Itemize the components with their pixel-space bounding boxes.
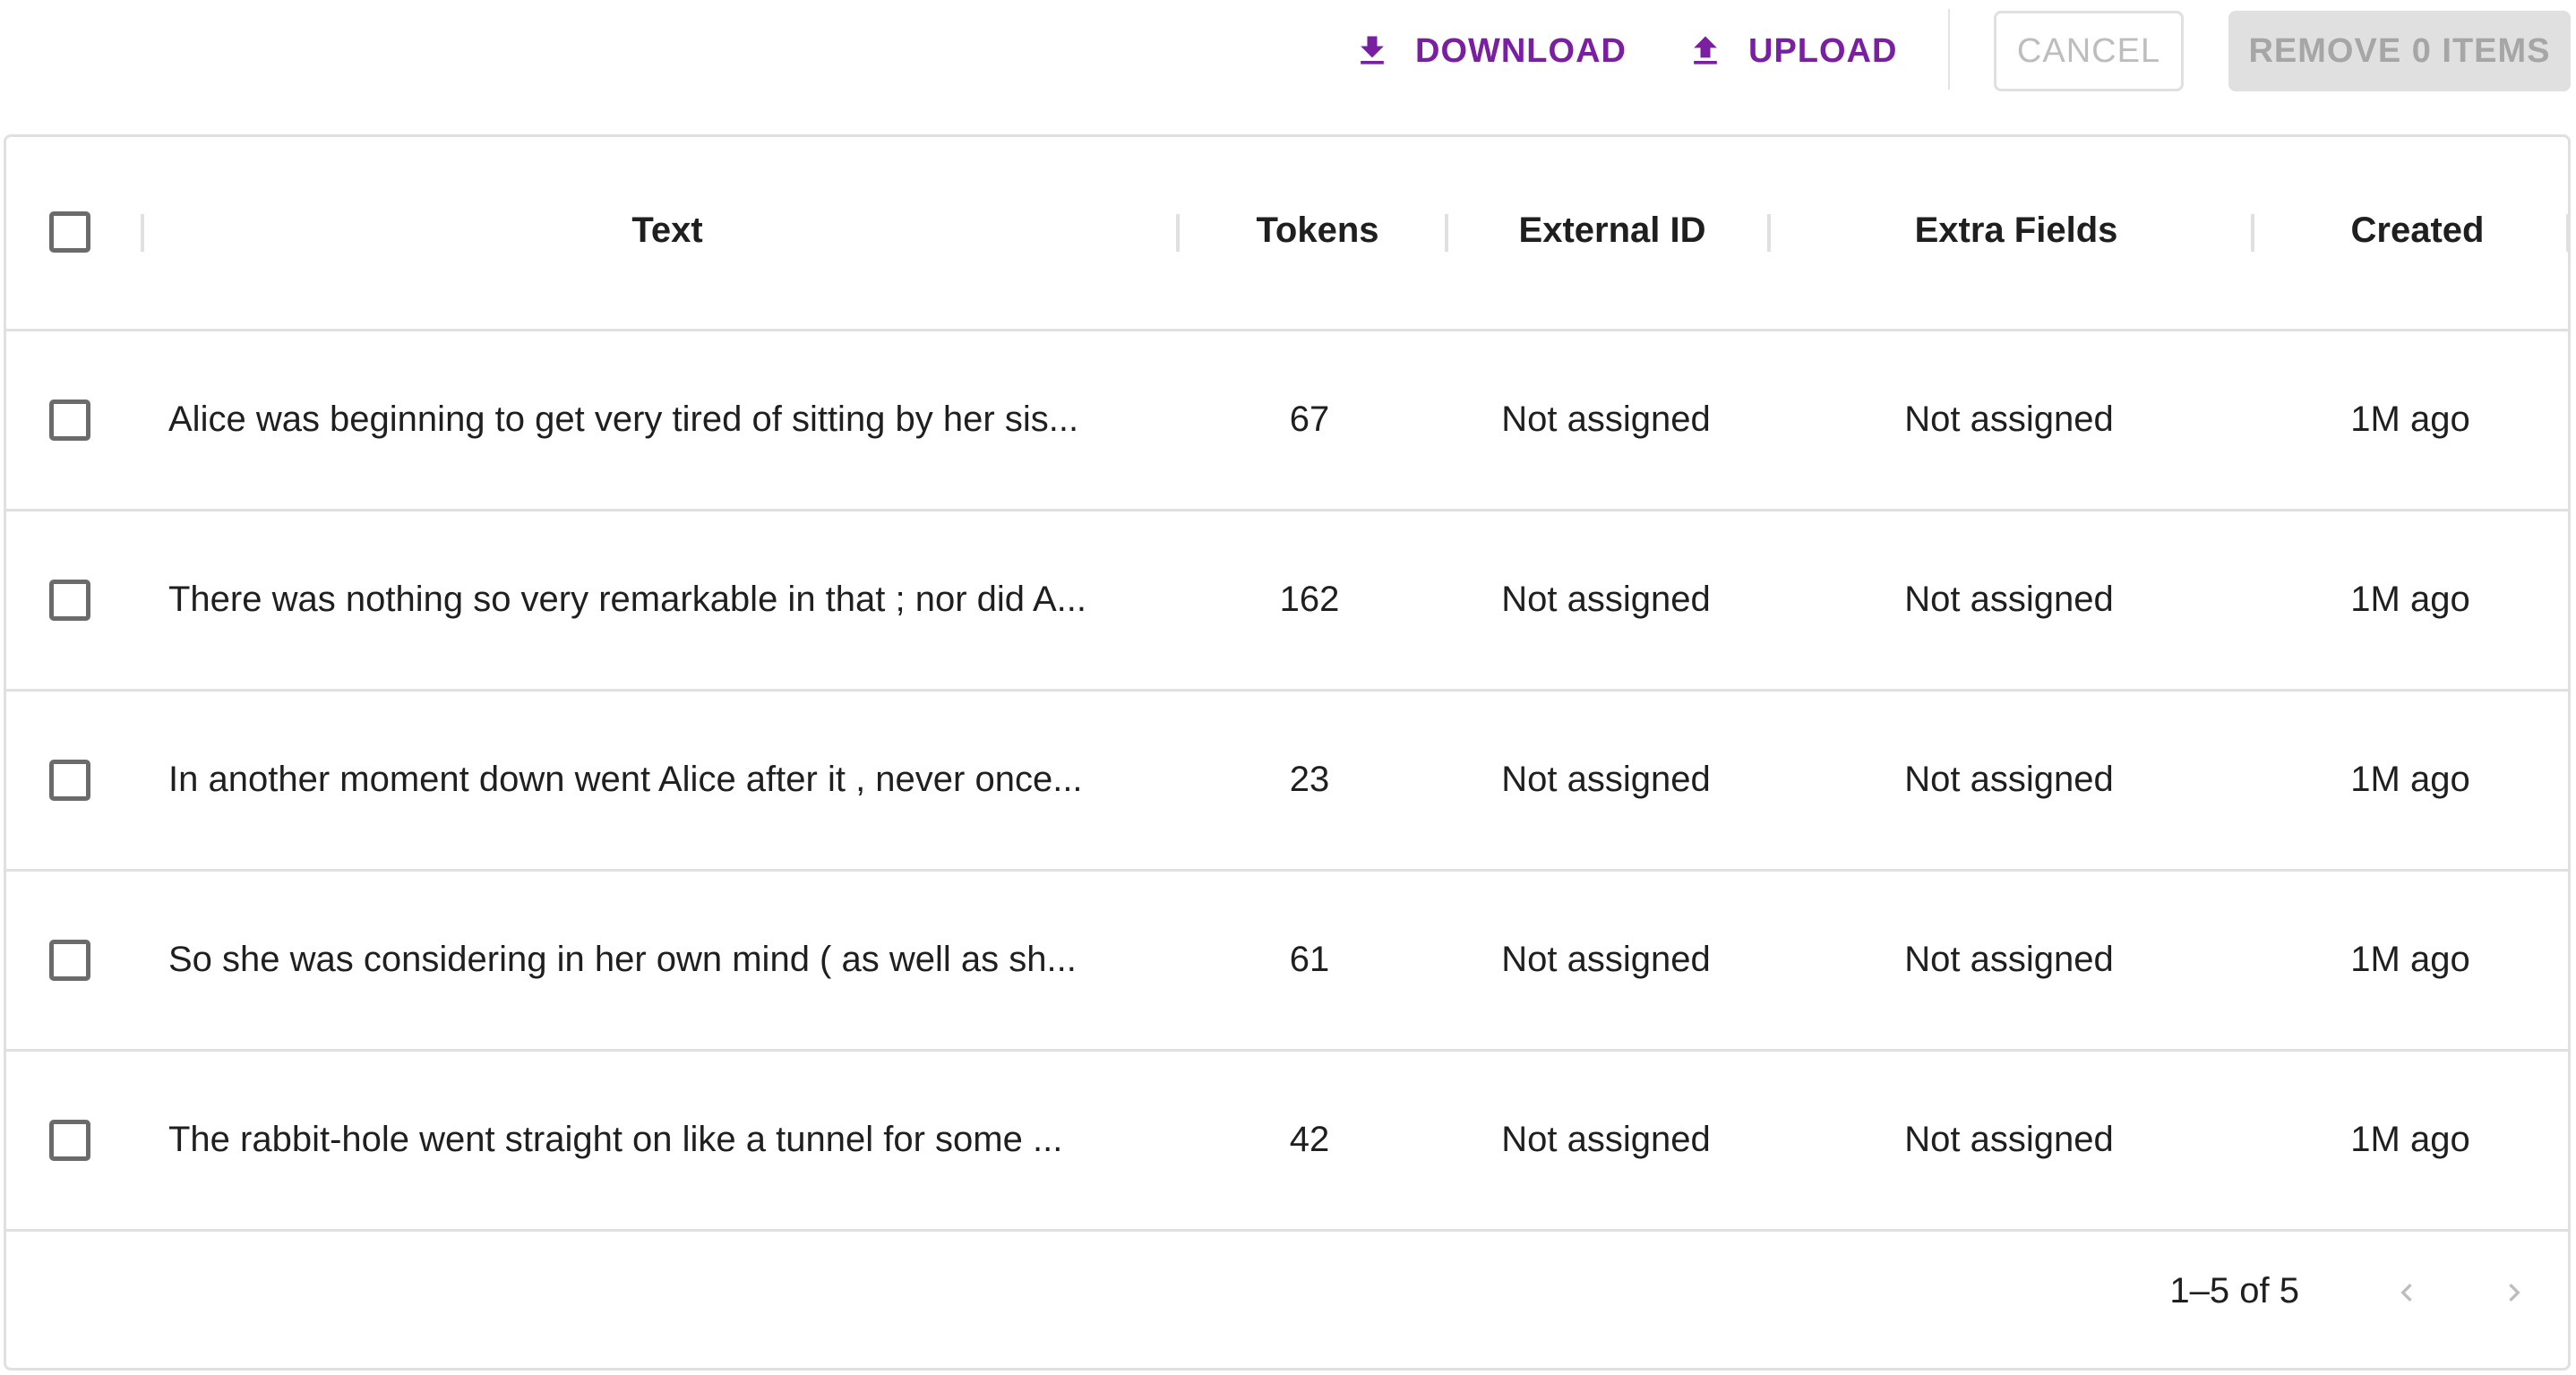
download-label: DOWNLOAD [1415, 31, 1627, 70]
cell-created: 1M ago [2350, 580, 2470, 619]
table-row[interactable]: In another moment down went Alice after … [6, 692, 2568, 872]
remove-items-button[interactable]: REMOVE 0 ITEMS [2228, 11, 2571, 91]
cell-extra-fields: Not assigned [1904, 1120, 2114, 1159]
cell-tokens: 61 [1289, 940, 1330, 979]
cell-extra-fields: Not assigned [1904, 940, 2114, 979]
column-header-tokens[interactable]: Tokens [1256, 211, 1378, 251]
column-separator [141, 214, 144, 252]
cell-external-id: Not assigned [1501, 940, 1711, 979]
row-checkbox[interactable] [49, 580, 90, 621]
next-page-button[interactable] [2487, 1266, 2541, 1319]
column-header-extra-fields[interactable]: Extra Fields [1915, 211, 2118, 251]
column-separator [2251, 214, 2254, 252]
upload-icon [1694, 36, 1717, 64]
table-row[interactable]: Alice was beginning to get very tired of… [6, 331, 2568, 511]
column-separator [2566, 214, 2570, 252]
cell-extra-fields: Not assigned [1904, 580, 2114, 619]
row-checkbox[interactable] [49, 940, 90, 981]
cell-extra-fields: Not assigned [1904, 400, 2114, 439]
remove-label: REMOVE 0 ITEMS [2248, 31, 2551, 70]
pagination-footer: 1–5 of 5 [6, 1225, 2568, 1368]
cell-text: So she was considering in her own mind (… [168, 940, 1077, 979]
cell-external-id: Not assigned [1501, 760, 1711, 799]
column-separator [1767, 214, 1771, 252]
cancel-button[interactable]: CANCEL [1994, 11, 2184, 91]
row-checkbox[interactable] [49, 400, 90, 441]
pagination-range: 1–5 of 5 [2169, 1271, 2299, 1311]
table-row[interactable]: The rabbit-hole went straight on like a … [6, 1052, 2568, 1232]
table-row[interactable]: There was nothing so very remarkable in … [6, 511, 2568, 692]
cell-created: 1M ago [2350, 940, 2470, 979]
column-separator [1176, 214, 1180, 252]
column-separator [1445, 214, 1448, 252]
cell-tokens: 42 [1289, 1120, 1330, 1159]
download-button[interactable]: DOWNLOAD [1352, 11, 1627, 91]
download-icon [1361, 36, 1384, 64]
table-header: Text Tokens External ID Extra Fields Cre… [6, 137, 2570, 331]
cell-text: Alice was beginning to get very tired of… [168, 400, 1079, 439]
cancel-label: CANCEL [2016, 31, 2161, 70]
row-checkbox[interactable] [49, 1120, 90, 1161]
column-header-text[interactable]: Text [631, 211, 702, 251]
toolbar: DOWNLOAD UPLOAD CANCEL REMOVE 0 ITEMS [0, 0, 2576, 99]
cell-tokens: 162 [1279, 580, 1340, 619]
column-header-created[interactable]: Created [2351, 211, 2485, 251]
toolbar-divider [1948, 9, 1950, 90]
table-row[interactable]: So she was considering in her own mind (… [6, 872, 2568, 1052]
cell-tokens: 23 [1289, 760, 1330, 799]
column-header-external-id[interactable]: External ID [1519, 211, 1706, 251]
cell-external-id: Not assigned [1501, 580, 1711, 619]
cell-text: In another moment down went Alice after … [168, 760, 1083, 799]
cell-created: 1M ago [2350, 760, 2470, 799]
upload-label: UPLOAD [1748, 31, 1898, 70]
data-grid: Text Tokens External ID Extra Fields Cre… [4, 134, 2571, 1371]
chevron-right-icon [2509, 1284, 2520, 1302]
cell-created: 1M ago [2350, 400, 2470, 439]
select-all-checkbox[interactable] [49, 211, 90, 253]
chevron-left-icon [2400, 1284, 2412, 1302]
cell-extra-fields: Not assigned [1904, 760, 2114, 799]
cell-external-id: Not assigned [1501, 400, 1711, 439]
cell-created: 1M ago [2350, 1120, 2470, 1159]
upload-button[interactable]: UPLOAD [1686, 11, 1897, 91]
cell-text: There was nothing so very remarkable in … [168, 580, 1086, 619]
previous-page-button[interactable] [2380, 1266, 2434, 1319]
cell-tokens: 67 [1289, 400, 1330, 439]
cell-text: The rabbit-hole went straight on like a … [168, 1120, 1063, 1159]
cell-external-id: Not assigned [1501, 1120, 1711, 1159]
row-checkbox[interactable] [49, 760, 90, 801]
